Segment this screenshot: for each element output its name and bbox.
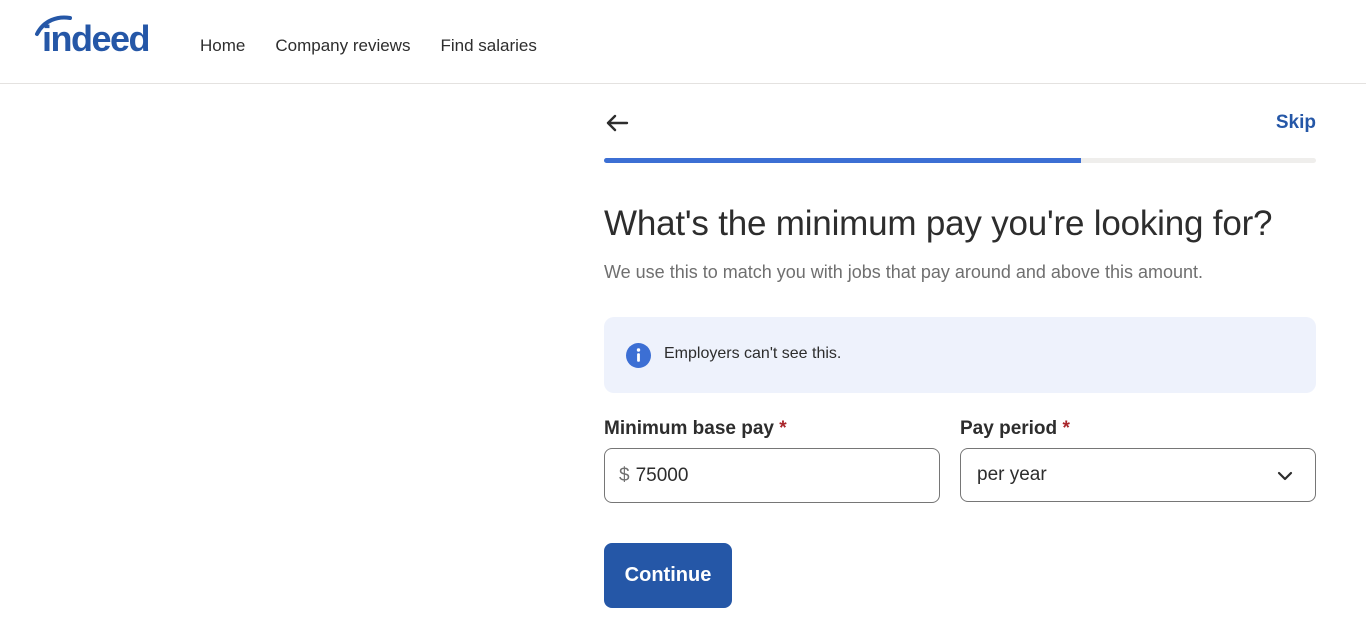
currency-symbol: $ — [619, 464, 630, 486]
progress-bar-fill — [604, 158, 1082, 163]
page-subtitle: We use this to match you with jobs that … — [604, 262, 1204, 282]
pay-period-label: Pay period * — [960, 418, 1070, 440]
pay-period-value: per year — [977, 464, 1047, 485]
pay-period-label-text: Pay period — [960, 418, 1058, 439]
nav-company-reviews-link[interactable]: Company reviews — [275, 34, 410, 58]
min-pay-field[interactable]: $ — [604, 448, 940, 503]
top-header: indeed Home Company reviews Find salarie… — [0, 0, 1366, 84]
pay-period-select[interactable]: per year — [960, 448, 1316, 502]
info-banner: Employers can't see this. — [604, 317, 1316, 393]
skip-link[interactable]: Skip — [1276, 112, 1316, 134]
nav-find-salaries-link[interactable]: Find salaries — [440, 34, 536, 58]
info-text: Employers can't see this. — [664, 345, 842, 362]
arrow-left-icon[interactable] — [604, 110, 630, 136]
page-title: What's the minimum pay you're looking fo… — [604, 204, 1273, 243]
chevron-down-icon — [1277, 471, 1293, 481]
required-mark: * — [1062, 418, 1070, 439]
min-pay-label: Minimum base pay * — [604, 418, 787, 440]
progress-bar — [604, 158, 1316, 163]
main-nav: Home Company reviews Find salaries — [200, 34, 537, 58]
nav-home-link[interactable]: Home — [200, 34, 245, 58]
indeed-logo[interactable]: indeed — [34, 14, 170, 60]
info-icon — [626, 343, 651, 368]
min-pay-input[interactable] — [635, 464, 896, 487]
svg-text:indeed: indeed — [42, 18, 149, 59]
min-pay-label-text: Minimum base pay — [604, 418, 774, 439]
continue-button[interactable]: Continue — [604, 543, 732, 608]
required-mark: * — [779, 418, 787, 439]
